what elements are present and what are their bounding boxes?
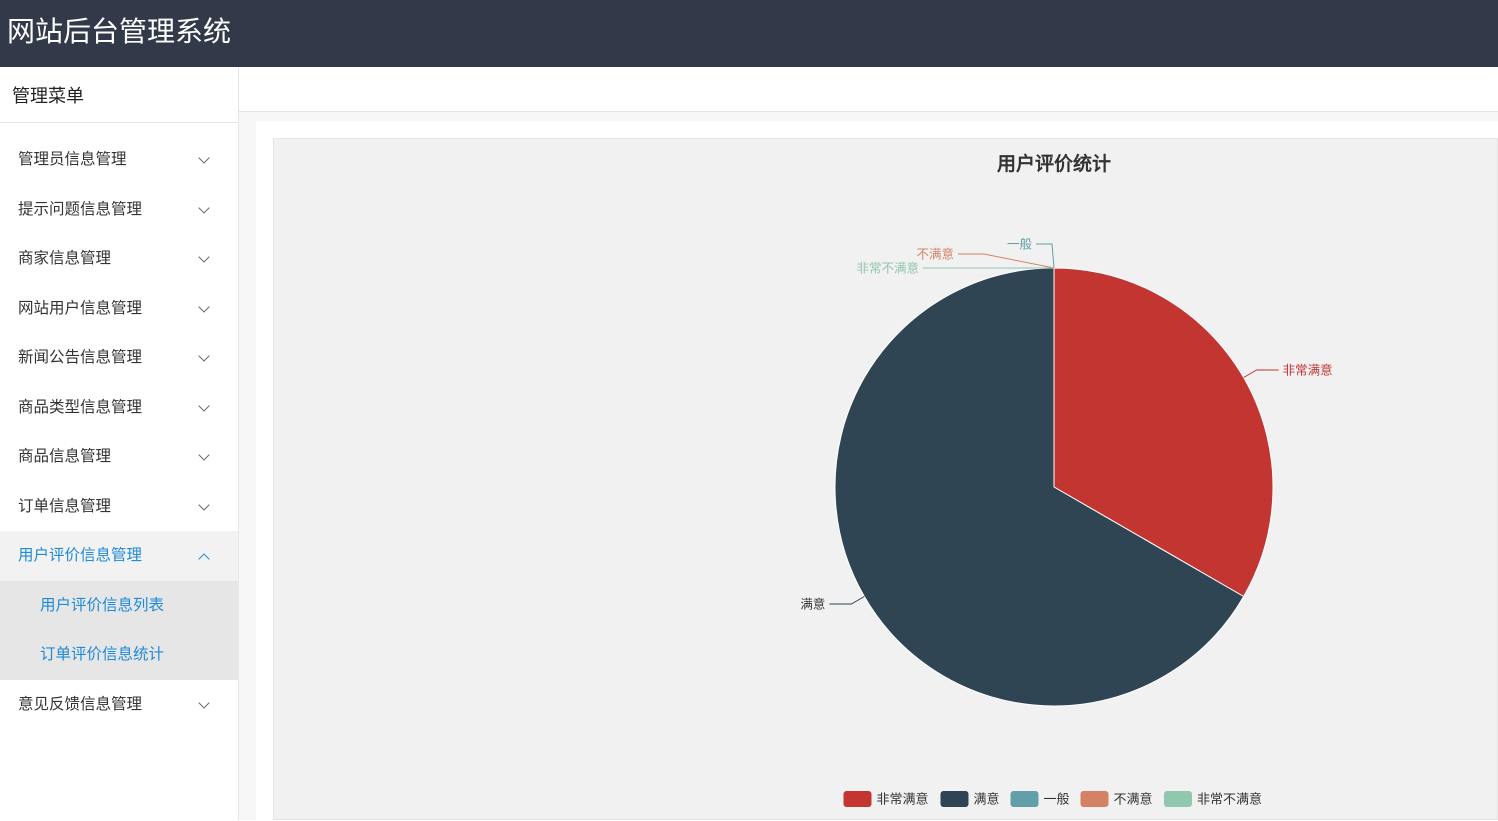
label-line-1	[829, 596, 865, 605]
app-title: 网站后台管理系统	[7, 15, 232, 48]
legend-label-4: 非常不满意	[1197, 792, 1262, 808]
chevron-down-icon	[198, 251, 210, 263]
sidebar: 管理菜单 管理员信息管理 提示问题信息管理 商家信息管理 网站用户信息管理 新闻…	[0, 67, 239, 820]
sidebar-item-label: 商家信息管理	[18, 249, 112, 267]
sidebar-item-label: 提示问题信息管理	[18, 199, 143, 218]
chevron-down-icon	[198, 300, 210, 313]
chart-title: 用户评价统计	[997, 152, 1111, 175]
sidebar-item-label: 管理员信息管理	[18, 150, 127, 168]
submenu-user-reviews: 用户评价信息列表 订单评价信息统计	[0, 580, 238, 680]
chevron-down-icon	[198, 696, 210, 709]
sidebar-item-orders[interactable]: 订单信息管理	[0, 482, 238, 532]
chevron-down-icon	[198, 152, 210, 164]
sidebar-item-label: 商品信息管理	[18, 447, 112, 465]
legend-label-3: 不满意	[1114, 792, 1153, 808]
legend-label-1: 满意	[974, 792, 1000, 808]
legend-swatch-4	[1164, 791, 1192, 807]
sidebar-item-user-reviews[interactable]: 用户评价信息管理	[0, 531, 238, 581]
chevron-down-icon	[198, 350, 210, 362]
legend-swatch-2	[1010, 791, 1039, 807]
pie-label-2: 一般	[1007, 237, 1033, 252]
chevron-down-icon	[198, 449, 210, 461]
legend-item-0[interactable]: 非常满意	[843, 791, 929, 808]
chevron-down-icon	[198, 399, 210, 412]
app-header: 网站后台管理系统	[0, 0, 1498, 67]
legend-swatch-1	[940, 791, 969, 807]
sidebar-heading: 管理菜单	[12, 86, 84, 107]
sidebar-item-label: 意见反馈信息管理	[18, 694, 143, 713]
sidebar-item-product-types[interactable]: 商品类型信息管理	[0, 383, 238, 433]
pie-chart: 用户评价统计 非常满意满意一般不满意非常不满意非常满意 满意 一般 不满意 非常不满意	[800, 152, 1333, 808]
legend-swatch-0	[843, 791, 872, 807]
main-content: 用户评价统计 非常满意 满意 一般 不满意 非常不满意 非常满意 满意 一般 不满意 非常不满意	[239, 112, 1498, 820]
chevron-down-icon	[198, 498, 210, 511]
label-line-3	[958, 253, 1055, 269]
sidebar-item-label: 用户评价信息管理	[18, 546, 143, 564]
content-topbar	[239, 67, 1498, 112]
pie-label-0: 非常满意	[1283, 363, 1333, 378]
pie-label-3: 不满意	[916, 247, 954, 262]
submenu-item-review-list[interactable]: 用户评价信息列表	[0, 581, 238, 631]
chart-card: 用户评价统计 非常满意 满意 一般 不满意 非常不满意 非常满意 满意 一般 不满意 非常不满意	[256, 121, 1498, 820]
sidebar-item-admin[interactable]: 管理员信息管理	[0, 135, 238, 185]
sidebar-item-products[interactable]: 商品信息管理	[0, 432, 238, 482]
sidebar-item-news[interactable]: 新闻公告信息管理	[0, 333, 238, 383]
legend-label-2: 一般	[1044, 792, 1070, 808]
sidebar-item-feedback[interactable]: 意见反馈信息管理	[0, 680, 238, 730]
legend-label-0: 非常满意	[877, 792, 929, 808]
chart-container: 用户评价统计 非常满意 满意 一般 不满意 非常不满意 非常满意 满意 一般 不满意 非常不满意	[273, 138, 1498, 820]
legend-item-4[interactable]: 非常不满意	[1164, 791, 1262, 808]
pie-label-4: 非常不满意	[856, 261, 919, 276]
chevron-down-icon	[198, 201, 210, 214]
sidebar-item-label: 商品类型信息管理	[18, 397, 143, 416]
legend-swatch-3	[1080, 791, 1109, 807]
sidebar-item-merchants[interactable]: 商家信息管理	[0, 234, 238, 284]
legend-item-3[interactable]: 不满意	[1080, 791, 1153, 808]
sidebar-item-label: 新闻公告信息管理	[18, 348, 143, 366]
submenu-item-order-review-stats[interactable]: 订单评价信息统计	[0, 630, 238, 680]
sidebar-menu: 管理员信息管理 提示问题信息管理 商家信息管理 网站用户信息管理 新闻公告信息管…	[0, 135, 238, 729]
sidebar-item-site-users[interactable]: 网站用户信息管理	[0, 284, 238, 334]
sidebar-item-hint-questions[interactable]: 提示问题信息管理	[0, 185, 238, 235]
pie-label-1: 满意	[800, 597, 825, 612]
label-line-0	[1243, 369, 1279, 378]
label-line-2	[1036, 243, 1055, 269]
sidebar-header: 管理菜单	[0, 67, 238, 123]
legend-item-2[interactable]: 一般	[1010, 791, 1070, 808]
sidebar-item-label: 订单信息管理	[18, 496, 112, 515]
chevron-up-icon	[198, 553, 210, 565]
sidebar-item-label: 网站用户信息管理	[18, 298, 143, 317]
legend-item-1[interactable]: 满意	[940, 791, 1000, 808]
